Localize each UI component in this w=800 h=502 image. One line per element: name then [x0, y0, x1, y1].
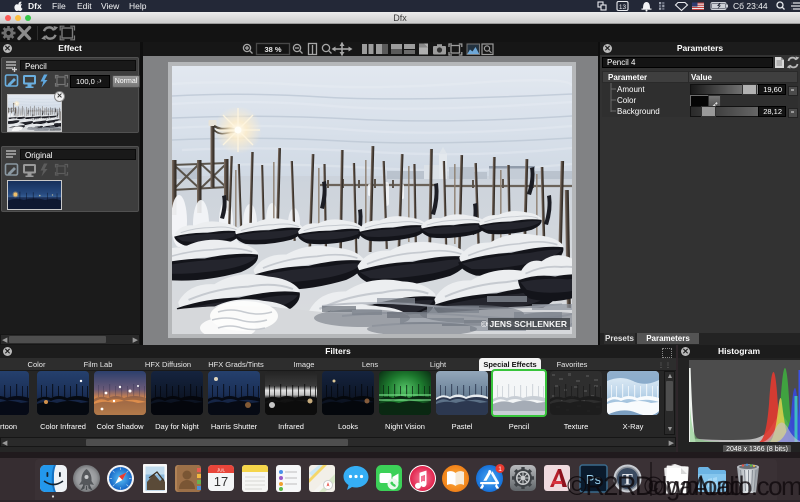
svg-text:13: 13	[619, 4, 627, 11]
svg-text:JUL: JUL	[217, 468, 225, 473]
svg-text:1: 1	[498, 466, 502, 473]
svg-text:17: 17	[214, 474, 228, 489]
svg-text:38 %: 38 %	[264, 45, 281, 54]
